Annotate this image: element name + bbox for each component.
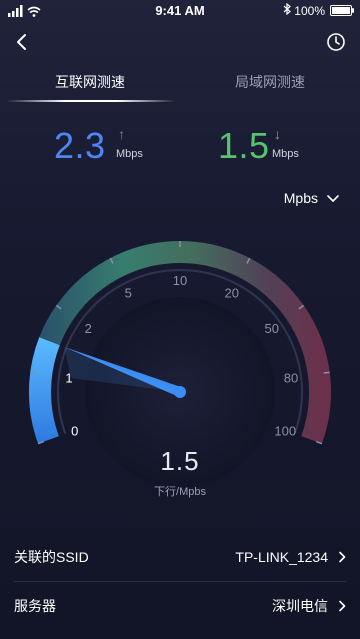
unit-dropdown-value: Mpbs: [283, 190, 318, 206]
download-arrow-icon: ↓: [274, 126, 281, 142]
upload-arrow-icon: ↑: [118, 126, 125, 142]
download-speed: 1.5 ↓ Mbps: [218, 124, 299, 168]
ssid-row[interactable]: 关联的SSID TP-LINK_1234: [14, 533, 346, 582]
gauge-tick-label: 2: [85, 321, 92, 336]
gauge-tick-mark: [323, 371, 330, 374]
tab-bar: 互联网测速 局域网测速: [0, 66, 360, 106]
gauge-tick-label: 0: [71, 423, 78, 438]
gauge-current-value: 1.5: [160, 446, 200, 476]
gauge-tick-label: 50: [265, 321, 279, 336]
gauge-unit-label: 下行/Mpbs: [154, 486, 206, 498]
upload-unit: Mbps: [116, 148, 143, 160]
nav-bar: [0, 26, 360, 58]
chevron-right-icon: [339, 551, 346, 563]
gauge-progress-fill: [29, 337, 60, 444]
history-button[interactable]: [324, 30, 348, 54]
chevron-left-icon: [17, 34, 26, 50]
server-label: 服务器: [14, 598, 56, 614]
tab-lan-speed[interactable]: 局域网测速: [180, 72, 360, 92]
server-value: 深圳电信: [272, 598, 328, 614]
upload-value: 2.3: [54, 125, 106, 166]
active-tab-indicator: [6, 100, 176, 102]
gauge-readout: 1.5 下行/Mpbs: [0, 446, 360, 499]
battery-percent: 100%: [294, 3, 325, 18]
status-bar: 9:41 AM 100%: [0, 0, 360, 22]
tab-internet-speed[interactable]: 互联网测速: [0, 72, 180, 92]
ssid-value: TP-LINK_1234: [235, 549, 328, 565]
back-button[interactable]: [10, 30, 34, 54]
gauge-tick-label: 80: [284, 370, 298, 385]
gauge-tick-label: 5: [125, 286, 132, 301]
upload-speed: 2.3 ↑ Mbps: [54, 124, 143, 168]
unit-dropdown[interactable]: Mpbs: [284, 190, 340, 206]
needle-pivot: [174, 386, 186, 398]
download-value: 1.5: [218, 125, 270, 166]
bluetooth-icon: [283, 2, 292, 18]
ssid-label: 关联的SSID: [14, 549, 89, 565]
gauge-tick-label: 20: [224, 286, 238, 301]
clock-icon: [327, 33, 345, 51]
gauge-tick-label: 100: [274, 423, 296, 438]
chevron-right-icon: [339, 600, 346, 612]
chevron-down-icon: [327, 195, 339, 202]
battery-icon: [330, 5, 354, 16]
gauge-tick-mark: [30, 371, 37, 374]
gauge-tick-label: 10: [173, 273, 187, 288]
server-row[interactable]: 服务器 深圳电信: [14, 582, 346, 630]
download-unit: Mbps: [272, 148, 299, 160]
gauge-tick-label: 1: [65, 370, 72, 385]
